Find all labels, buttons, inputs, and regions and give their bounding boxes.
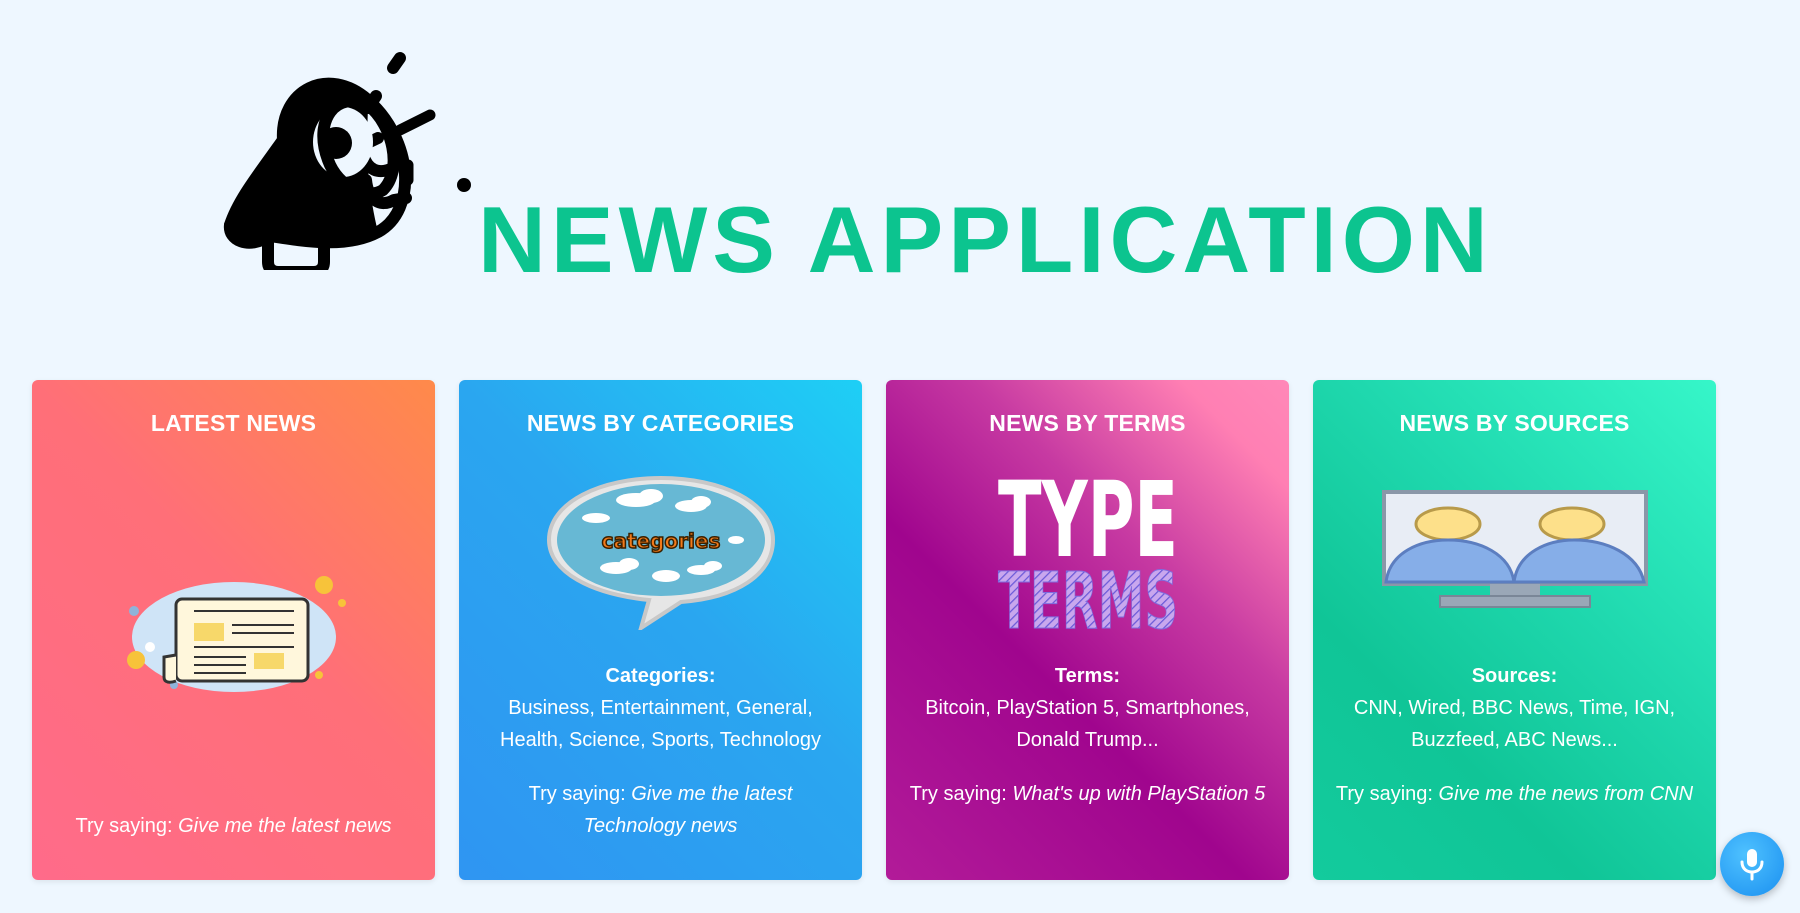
card-news-by-terms[interactable]: NEWS BY TERMS TYPE TERMS Terms: Bitcoin,… <box>886 380 1289 880</box>
try-saying-hint: Try saying: Give me the news from CNN <box>1333 778 1696 810</box>
info-text: Business, Entertainment, General, Health… <box>500 697 821 751</box>
card-title: NEWS BY TERMS <box>989 410 1186 436</box>
try-prefix: Try saying: <box>1335 783 1433 805</box>
card-latest-news[interactable]: LATEST NEWS Try saying: Give me the late… <box>32 380 435 880</box>
monitor-people-icon <box>1313 488 1716 612</box>
newspaper-illustration-icon <box>32 565 435 705</box>
terms-word: TERMS <box>998 557 1178 632</box>
card-news-by-sources[interactable]: NEWS BY SOURCES Sources: CNN, Wired, BBC… <box>1313 380 1716 880</box>
header: NEWS APPLICATION <box>0 0 1800 330</box>
megaphone-logo-icon <box>224 52 471 270</box>
info-text: CNN, Wired, BBC News, Time, IGN, Buzzfee… <box>1353 697 1676 751</box>
info-label: Categories: <box>605 665 716 687</box>
info-label: Sources: <box>1471 665 1558 687</box>
try-phrase: Give me the latest news <box>178 815 392 837</box>
info-text: Bitcoin, PlayStation 5, Smartphones, Don… <box>925 697 1250 751</box>
app-title: NEWS APPLICATION <box>478 187 1493 292</box>
sources-info: Sources: CNN, Wired, BBC News, Time, IGN… <box>1333 660 1696 756</box>
card-title: LATEST NEWS <box>150 410 317 436</box>
type-terms-icon: TYPE TERMS <box>886 472 1289 632</box>
terms-info: Terms: Bitcoin, PlayStation 5, Smartphon… <box>906 660 1269 756</box>
info-label: Terms: <box>1054 665 1121 687</box>
try-saying-hint: Try saying: Give me the latest news <box>52 810 415 842</box>
categories-info: Categories: Business, Entertainment, Gen… <box>479 660 842 756</box>
categories-bubble-icon: categories <box>459 470 862 630</box>
try-saying-hint: Try saying: Give me the latest Technolog… <box>479 778 842 842</box>
try-prefix: Try saying: <box>528 783 626 805</box>
card-news-by-categories[interactable]: NEWS BY CATEGORIES categories Categories… <box>459 380 862 880</box>
card-title: NEWS BY CATEGORIES <box>526 410 795 436</box>
card-title: NEWS BY SOURCES <box>1399 410 1630 436</box>
try-saying-hint: Try saying: What's up with PlayStation 5 <box>906 778 1269 810</box>
microphone-icon <box>1740 849 1764 881</box>
categories-image-text: categories <box>601 529 720 553</box>
try-phrase: What's up with PlayStation 5 <box>1012 783 1266 805</box>
try-phrase: Give me the news from CNN <box>1438 783 1694 805</box>
feature-cards: LATEST NEWS Try saying: Give me the late… <box>32 380 1716 880</box>
try-prefix: Try saying: <box>909 783 1007 805</box>
microphone-button[interactable] <box>1720 832 1784 896</box>
try-prefix: Try saying: <box>75 815 173 837</box>
